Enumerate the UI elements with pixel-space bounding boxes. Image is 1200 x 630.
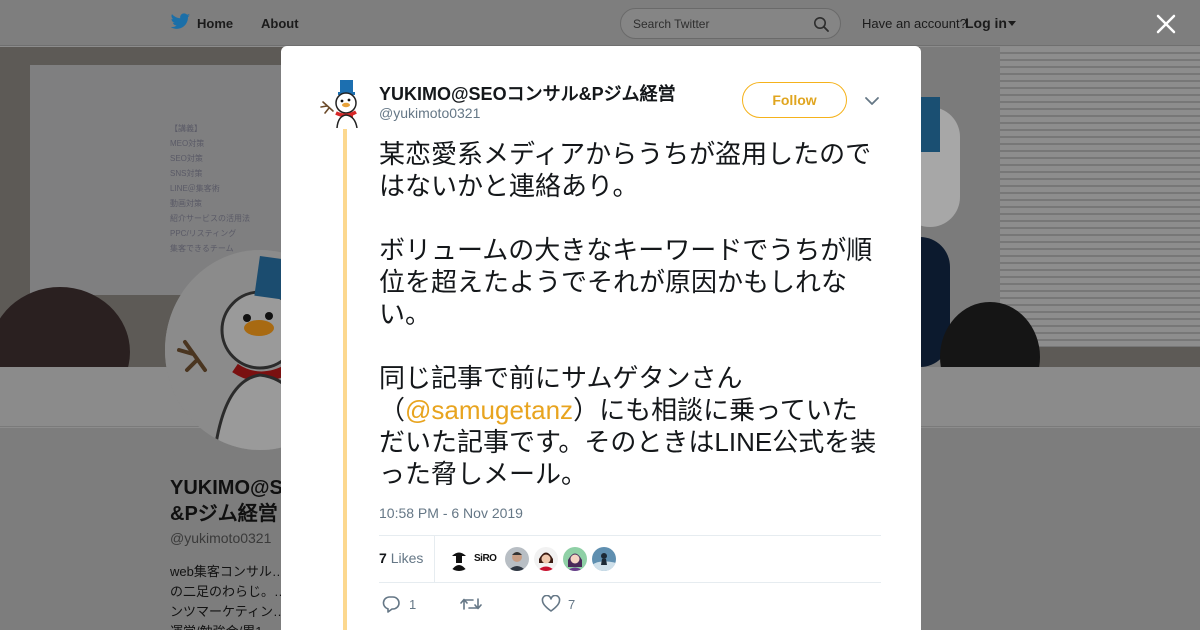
likes-label: Likes	[390, 550, 424, 566]
thread-line	[343, 129, 347, 630]
reply-count: 1	[409, 597, 417, 612]
banner-slide-line: MEO対策	[170, 139, 205, 148]
liker-avatar[interactable]	[592, 547, 616, 571]
liker-avatar[interactable]	[563, 547, 587, 571]
banner-slide-line: LINE＠集客術	[170, 184, 220, 193]
tweet-handle[interactable]: @yukimoto0321	[379, 105, 480, 121]
tweet-text: 某恋愛系メディアからうちが盗用したのではないかと連絡あり。 ボリュームの大きなキ…	[379, 138, 879, 490]
like-count: 7	[568, 597, 576, 612]
tweet-display-name[interactable]: YUKIMO@SEOコンサル&Pジム経営	[379, 80, 676, 106]
likes-count: 7	[379, 550, 387, 566]
caret-down-icon[interactable]	[1008, 21, 1016, 26]
tweet-mention-link[interactable]: @samugetanz	[405, 395, 573, 425]
liker-siro-logo[interactable]: SiRO	[474, 553, 497, 564]
close-icon[interactable]	[1154, 12, 1178, 36]
search-placeholder: Search Twitter	[633, 17, 710, 31]
nav-about-link[interactable]: About	[261, 16, 299, 31]
banner-blinds	[1000, 47, 1200, 347]
banner-slide-line: 【講義】	[170, 124, 202, 133]
top-nav: Home About Search Twitter Have an accoun…	[0, 0, 1200, 46]
nav-home-link[interactable]: Home	[197, 16, 233, 31]
profile-name-line1: YUKIMO@SEOコンサル	[170, 477, 290, 499]
tweet-text-part: 某恋愛系メディアからうちが盗用したのではないかと連絡あり。 ボリュームの大きなキ…	[379, 139, 873, 425]
banner-slide-text: 【講義】 MEO対策 SEO対策 SNS対策 LINE＠集客術 動画対策紹介サービスの活用…	[170, 121, 250, 256]
divider	[379, 535, 881, 536]
banner-slide-line: 動画対策	[170, 199, 202, 208]
retweet-icon[interactable]	[460, 595, 482, 613]
reply-icon[interactable]	[381, 595, 401, 613]
banner-slide-line: SEO対策	[170, 154, 203, 163]
banner-snowman-hat	[918, 97, 940, 152]
bird-logo-icon[interactable]	[170, 13, 191, 31]
liker-avatar[interactable]	[447, 547, 471, 571]
profile-bio: web集客コンサル… の二足のわらじ。… ンツマーケティン… 運営/勉強会/累1…	[170, 564, 285, 630]
liker-avatar[interactable]	[534, 547, 558, 571]
search-input[interactable]: Search Twitter	[620, 8, 841, 39]
divider	[434, 536, 435, 582]
search-icon[interactable]	[813, 16, 829, 32]
profile-handle: @yukimoto0321	[170, 530, 272, 546]
follow-button[interactable]: Follow	[742, 82, 847, 118]
account-prompt: Have an account?	[862, 16, 967, 31]
banner-slide-line: SNS対策	[170, 169, 203, 178]
likes-stat[interactable]: 7 Likes	[379, 550, 423, 566]
divider	[379, 582, 881, 583]
login-link[interactable]: Log in	[965, 15, 1007, 31]
tweet-avatar[interactable]	[319, 78, 369, 128]
heart-icon[interactable]	[541, 595, 561, 613]
tweet-timestamp[interactable]: 10:58 PM - 6 Nov 2019	[379, 505, 523, 521]
profile-name-line2: &Pジム経営	[170, 503, 278, 525]
banner-audience-head	[0, 287, 130, 367]
chevron-down-icon[interactable]	[864, 95, 880, 107]
liker-avatar[interactable]	[505, 547, 529, 571]
tweet-modal: YUKIMO@SEOコンサル&Pジム経営 @yukimoto0321 Follo…	[281, 46, 921, 630]
banner-slide-line: PPC/リスティング	[170, 229, 237, 238]
banner-slide-line: 紹介サービスの活用法	[170, 214, 250, 223]
